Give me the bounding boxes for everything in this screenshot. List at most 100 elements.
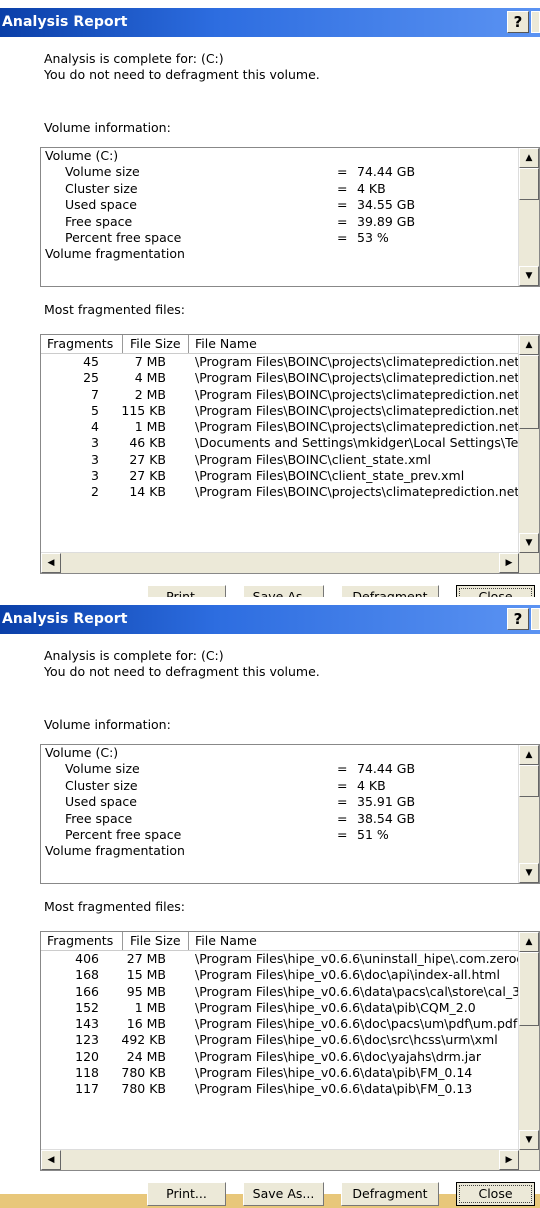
scroll-up-arrow-icon[interactable]: ▲ [519,932,539,952]
file-row[interactable]: 25 4 MB \Program Files\BOINC\projects\clim… [41,370,519,386]
volume-info-row[interactable]: Volume size = 74.44 GB [41,761,519,777]
scroll-up-arrow-icon[interactable]: ▲ [519,335,539,355]
file-row[interactable]: 3 46 KB \Documents and Settings\mkidger\Lo… [41,435,519,451]
fragment-count: 168 [75,967,99,983]
scroll-down-arrow-icon[interactable]: ▼ [519,1130,539,1150]
files-horizontal-scrollbar[interactable]: ◀ ▶ [41,552,519,573]
scroll-left-arrow-icon[interactable]: ◀ [41,1150,61,1170]
dialog-button-row: Print... Save As... Defragment Close [0,1182,540,1208]
volume-header-row[interactable]: Volume (C:) [41,745,519,761]
fragment-count: 5 [91,402,99,418]
volume-info-list: Volume (C:) Volume size = 74.44 GB Cluster s… [41,148,519,286]
fragment-count: 406 [75,951,99,966]
close-button[interactable]: Close [456,1182,535,1206]
column-divider[interactable] [188,335,189,353]
file-row[interactable]: 117 780 KB \Program Files\hipe_v0.6.6\data… [41,1081,519,1097]
fragment-count: 4 [91,419,99,435]
file-row[interactable]: 123 492 KB \Program Files\hipe_v0.6.6\doc\… [41,1032,519,1048]
help-button[interactable]: ? [507,11,529,33]
volume-info-row[interactable]: Percent free space = 51 % [41,827,519,843]
file-row[interactable]: 168 15 MB \Program Files\hipe_v0.6.6\doc\a… [41,967,519,983]
column-divider[interactable] [122,335,123,353]
volume-info-value: 74.44 GB [357,164,416,180]
file-row[interactable]: 3 27 KB \Program Files\BOINC\client_state_… [41,468,519,484]
column-divider[interactable] [188,932,189,950]
file-name: \Program Files\BOINC\projects\climatepre… [195,370,519,386]
column-header-fragments[interactable]: Fragments [47,933,113,948]
file-row[interactable]: 118 780 KB \Program Files\hipe_v0.6.6\data… [41,1065,519,1081]
scroll-thumb[interactable] [519,355,539,429]
title-bar[interactable]: Analysis Report ? [0,8,540,37]
volume-info-row[interactable]: Percent free space = 53 % [41,230,519,246]
help-button[interactable]: ? [507,608,529,630]
column-header-file-size[interactable]: File Size [130,933,181,948]
files-horizontal-scrollbar[interactable]: ◀ ▶ [41,1149,519,1170]
volume-info-row[interactable]: Cluster size = 4 KB [41,181,519,197]
volume-info-row[interactable]: Used space = 34.55 GB [41,197,519,213]
file-row[interactable]: 406 27 MB \Program Files\hipe_v0.6.6\unins… [41,951,519,967]
volume-info-row[interactable]: Volume size = 74.44 GB [41,164,519,180]
column-divider[interactable] [122,932,123,950]
print-button[interactable]: Print... [147,1182,226,1206]
column-header-file-name[interactable]: File Name [195,336,257,351]
volume-info-row[interactable]: Free space = 38.54 GB [41,811,519,827]
volume-info-box[interactable]: Volume (C:) Volume size = 74.44 GB Cluster s… [40,744,540,884]
volume-info-box[interactable]: Volume (C:) Volume size = 74.44 GB Cluster s… [40,147,540,287]
equals-sign: = [337,794,348,810]
scroll-up-arrow-icon[interactable]: ▲ [519,745,539,765]
files-vertical-scrollbar[interactable]: ▲ ▼ [518,335,539,553]
file-row[interactable]: 45 7 MB \Program Files\BOINC\projects\clim… [41,354,519,370]
volume-fragmentation-row[interactable]: Volume fragmentation [41,843,519,859]
files-column-header: Fragments File Size File Name [41,932,519,951]
scroll-left-arrow-icon[interactable]: ◀ [41,553,61,573]
close-window-button[interactable] [531,11,540,33]
scroll-thumb[interactable] [519,765,539,797]
fragment-count: 143 [75,1016,99,1032]
volume-info-scrollbar[interactable]: ▲ ▼ [518,148,539,286]
dialog-title: Analysis Report [2,14,128,30]
scroll-down-arrow-icon[interactable]: ▼ [519,533,539,553]
file-row[interactable]: 166 95 MB \Program Files\hipe_v0.6.6\data\… [41,984,519,1000]
column-header-file-name[interactable]: File Name [195,933,257,948]
close-window-button[interactable] [531,608,540,630]
scroll-right-arrow-icon[interactable]: ▶ [499,1150,519,1170]
scroll-thumb[interactable] [519,952,539,1026]
volume-header: Volume (C:) [45,745,119,760]
scroll-down-arrow-icon[interactable]: ▼ [519,266,539,286]
volume-info-row[interactable]: Free space = 39.89 GB [41,214,519,230]
volume-fragmentation-row[interactable]: Volume fragmentation [41,246,519,262]
volume-info-value: 35.91 GB [357,794,416,810]
title-bar[interactable]: Analysis Report ? [0,605,540,634]
file-row[interactable]: 2 14 KB \Program Files\BOINC\projects\clim… [41,484,519,500]
fragmented-files-box[interactable]: Fragments File Size File Name 406 27 MB \P… [40,931,540,1171]
file-row[interactable]: 120 24 MB \Program Files\hipe_v0.6.6\doc\y… [41,1049,519,1065]
defrag-recommendation: You do not need to defragment this volum… [44,664,320,679]
file-size: 780 KB [121,1065,166,1081]
scroll-down-arrow-icon[interactable]: ▼ [519,863,539,883]
file-name: \Program Files\hipe_v0.6.6\data\pib\FM_0… [195,1065,473,1081]
file-row[interactable]: 3 27 KB \Program Files\BOINC\client_state.… [41,452,519,468]
file-row[interactable]: 152 1 MB \Program Files\hipe_v0.6.6\data\p… [41,1000,519,1016]
scroll-right-arrow-icon[interactable]: ▶ [499,553,519,573]
scroll-thumb[interactable] [519,168,539,200]
file-row[interactable]: 5 115 KB \Program Files\BOINC\projects\cli… [41,403,519,419]
fragmented-files-box[interactable]: Fragments File Size File Name 45 7 MB \Pro… [40,334,540,574]
fragment-count: 25 [83,370,99,386]
volume-info-row[interactable]: Used space = 35.91 GB [41,794,519,810]
volume-info-label: Free space [65,213,133,229]
file-row[interactable]: 4 1 MB \Program Files\BOINC\projects\clima… [41,419,519,435]
file-row[interactable]: 143 16 MB \Program Files\hipe_v0.6.6\doc\p… [41,1016,519,1032]
volume-info-row[interactable]: Cluster size = 4 KB [41,778,519,794]
save-as-button[interactable]: Save As... [243,1182,324,1206]
volume-info-value: 51 % [357,826,389,842]
volume-info-scrollbar[interactable]: ▲ ▼ [518,745,539,883]
scroll-up-arrow-icon[interactable]: ▲ [519,148,539,168]
file-name: \Program Files\hipe_v0.6.6\doc\yajahs\dr… [195,1048,482,1064]
file-row[interactable]: 7 2 MB \Program Files\BOINC\projects\clima… [41,387,519,403]
defragment-button[interactable]: Defragment [341,1182,439,1206]
column-header-fragments[interactable]: Fragments [47,336,113,351]
file-size: 27 KB [129,451,166,467]
files-vertical-scrollbar[interactable]: ▲ ▼ [518,932,539,1150]
column-header-file-size[interactable]: File Size [130,336,181,351]
volume-header-row[interactable]: Volume (C:) [41,148,519,164]
